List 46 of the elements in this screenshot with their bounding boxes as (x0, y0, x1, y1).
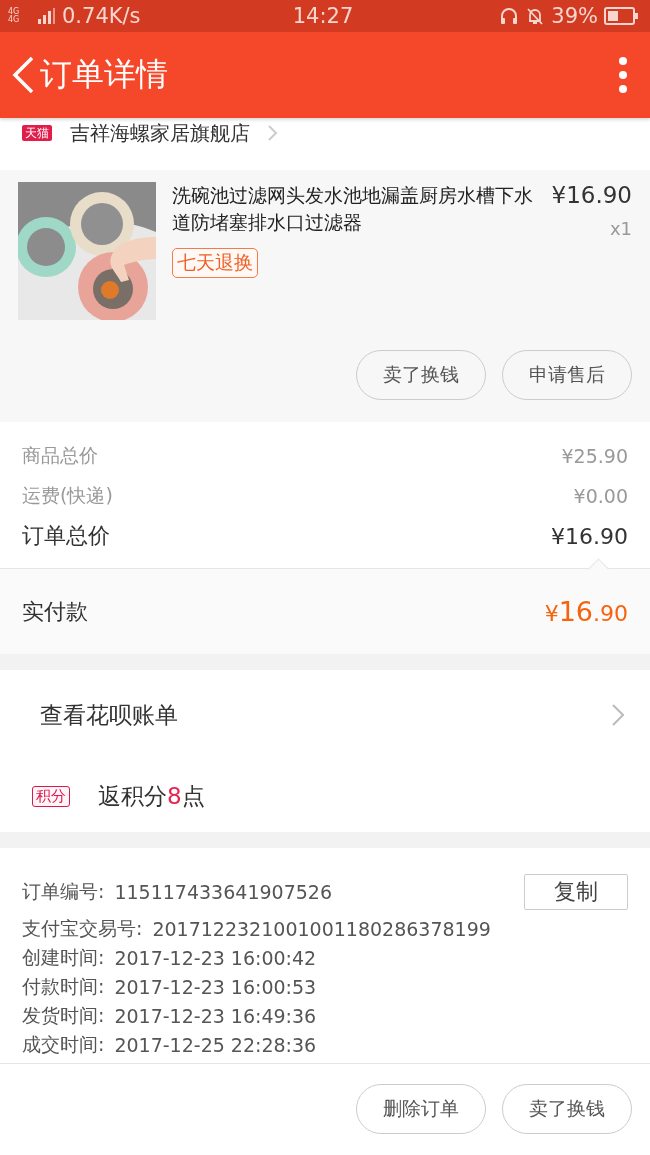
product-title[interactable]: 洗碗池过滤网头发水池地漏盖厨房水槽下水道防堵塞排水口过滤器 (172, 182, 536, 236)
network-type: 4G 4G (8, 8, 21, 24)
total-label: 运费(快递) (22, 483, 113, 508)
more-menu-button[interactable] (618, 57, 628, 93)
points-text: 返积分8点 (98, 781, 205, 811)
info-value: 2017122321001001180286378199 (152, 917, 491, 940)
info-label: 发货时间: (22, 1002, 105, 1028)
item-price: ¥16.90 (551, 182, 632, 208)
total-value: ¥16.90 (551, 523, 628, 549)
action-button[interactable]: 删除订单 (356, 1084, 486, 1134)
clock: 14:27 (292, 4, 354, 28)
network-speed: 0.74K/s (62, 4, 141, 28)
action-button[interactable]: 申请售后 (502, 350, 632, 400)
info-label: 订单编号: (22, 879, 105, 904)
signal-icon (38, 8, 56, 24)
total-value: ¥0.00 (573, 485, 628, 507)
info-value: 2017-12-23 16:49:36 (114, 1004, 317, 1027)
battery-percent: 39% (551, 4, 598, 28)
info-value: 2017-12-23 16:00:53 (114, 975, 317, 998)
store-name[interactable]: 吉祥海螺家居旗舰店 (70, 122, 250, 144)
item-quantity: x1 (608, 218, 632, 239)
page-title: 订单详情 (40, 54, 169, 95)
action-button[interactable]: 卖了换钱 (356, 350, 486, 400)
muted-bell-icon (525, 6, 546, 26)
battery-icon (604, 7, 638, 25)
headphones-icon (499, 6, 520, 26)
tmall-badge: 天猫 (22, 125, 52, 141)
points-badge: 积分 (32, 785, 70, 807)
info-label: 创建时间: (22, 944, 105, 970)
info-label: 成交时间: (22, 1031, 105, 1057)
total-label: 商品总价 (22, 443, 98, 468)
total-label: 订单总价 (22, 522, 110, 550)
info-value: 115117433641907526 (114, 881, 332, 903)
total-value: ¥25.90 (561, 445, 628, 467)
return-policy-tag: 七天退换 (172, 248, 258, 278)
info-label: 支付宝交易号: (22, 915, 143, 941)
info-label: 付款时间: (22, 973, 105, 999)
back-button[interactable] (10, 55, 36, 95)
chevron-right-icon (612, 704, 624, 726)
action-button[interactable]: 卖了换钱 (502, 1084, 632, 1134)
info-value: 2017-12-23 16:00:42 (114, 946, 317, 969)
info-value: 2017-12-25 22:28:36 (114, 1033, 317, 1056)
paid-label: 实付款 (22, 597, 88, 626)
paid-amount: ¥16.90 (544, 596, 628, 627)
copy-button[interactable]: 复制 (524, 874, 628, 910)
chevron-right-icon (268, 125, 278, 141)
